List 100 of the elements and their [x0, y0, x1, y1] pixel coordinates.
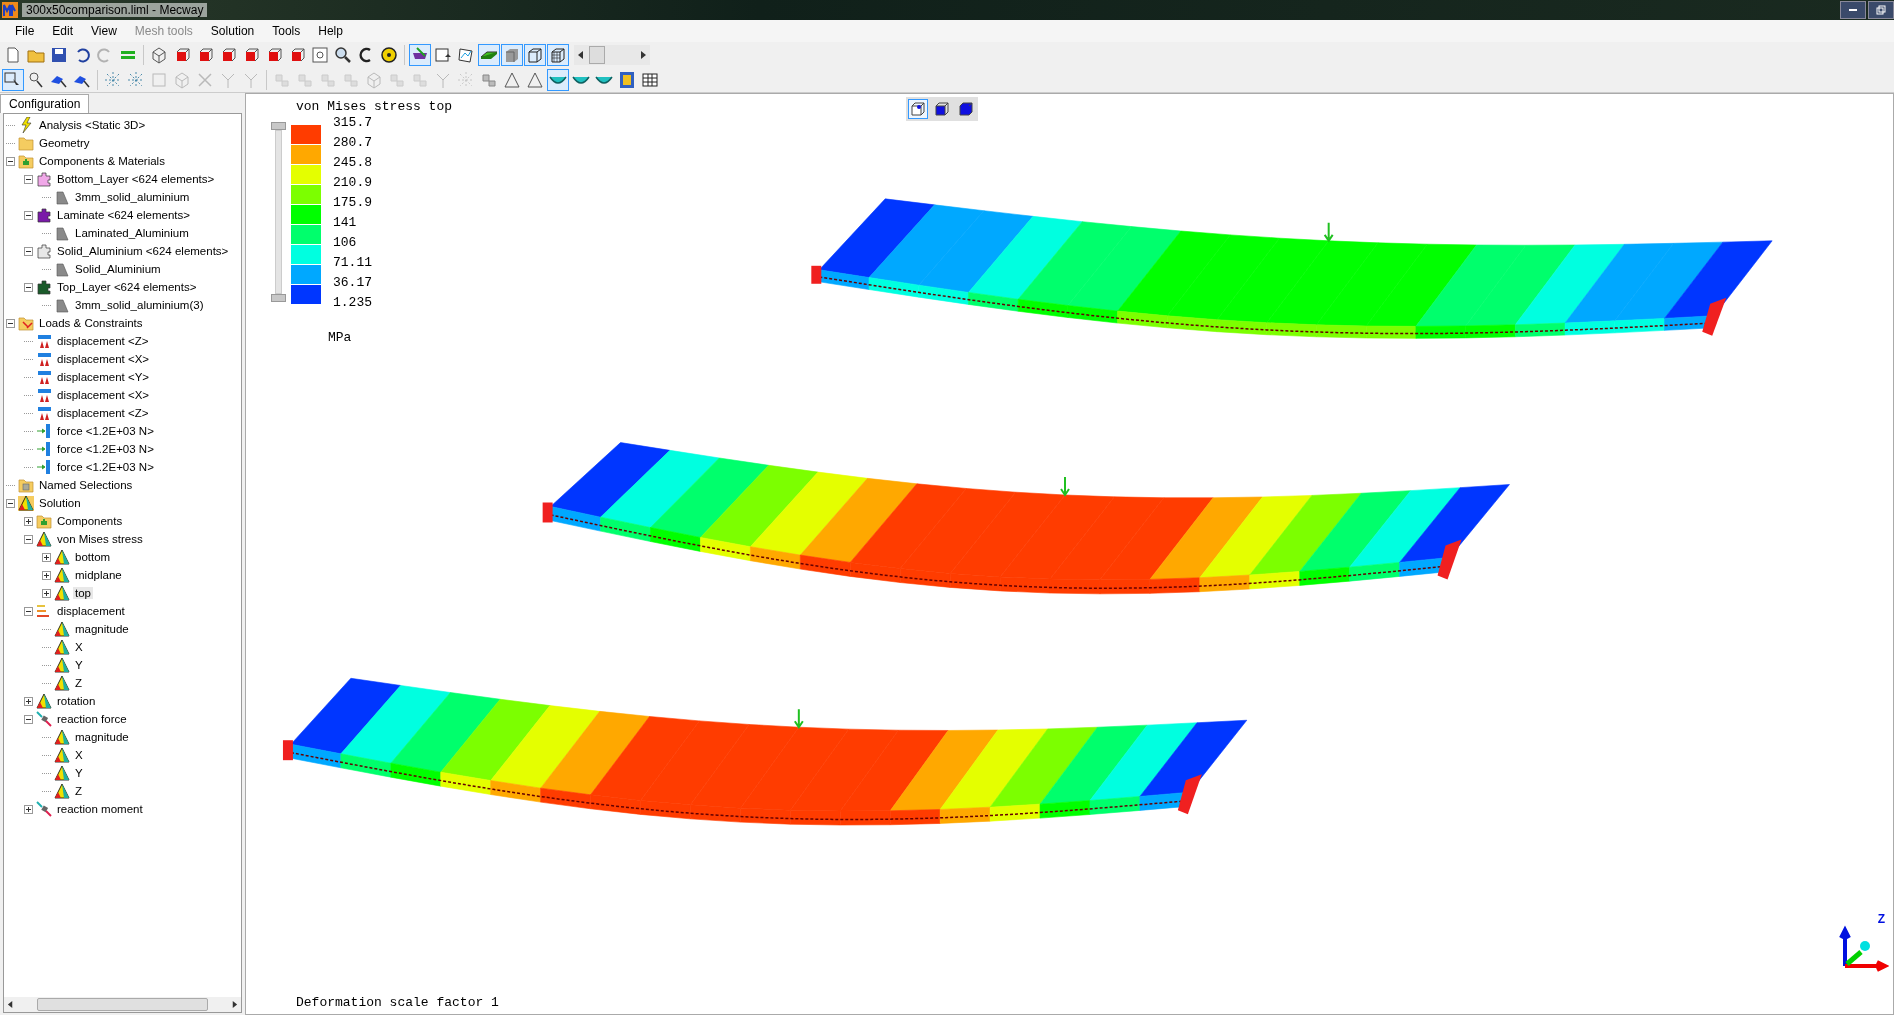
menu-item[interactable]: Solution: [201, 24, 264, 38]
window-title: 300x50comparison.liml - Mecway: [22, 3, 208, 17]
tree-item[interactable]: magnitude: [73, 731, 131, 743]
app-icon: [2, 2, 18, 18]
tree-loads-icon: [18, 315, 34, 331]
toolbar-wire-icon[interactable]: [524, 43, 546, 66]
tree-item[interactable]: Bottom_Layer <624 elements>: [55, 173, 217, 185]
tree-item[interactable]: Solid_Aluminium: [73, 263, 163, 275]
horizontal-scrollbar[interactable]: [4, 997, 241, 1012]
tree-result-icon: [54, 585, 70, 601]
expand-toggle[interactable]: [6, 156, 15, 166]
tree-reaction-icon: [36, 801, 52, 817]
tree-force-icon: [36, 423, 52, 439]
toolbar-mask-icon[interactable]: [409, 43, 431, 66]
legend-value: 106: [333, 235, 357, 250]
legend-value: 36.17: [333, 275, 372, 290]
tree-item[interactable]: Components & Materials: [37, 155, 167, 167]
restore-icon: [1876, 5, 1886, 15]
tree-item[interactable]: Geometry: [37, 137, 92, 149]
expand-toggle[interactable]: [42, 552, 51, 562]
expand-toggle[interactable]: [24, 516, 33, 526]
tree-item[interactable]: displacement <Z>: [55, 407, 151, 419]
configuration-tab[interactable]: Configuration: [0, 94, 90, 113]
restore-button[interactable]: [1868, 1, 1894, 19]
tree-item[interactable]: force <1.2E+03 N>: [55, 425, 156, 437]
menu-item[interactable]: Edit: [43, 24, 83, 38]
scroll-right-icon[interactable]: [231, 1001, 238, 1008]
scroll-right-icon[interactable]: [639, 50, 647, 59]
tree-item[interactable]: Z: [73, 785, 85, 797]
tree-components-icon: [18, 153, 34, 169]
scroll-left-icon[interactable]: [577, 50, 585, 59]
expand-toggle[interactable]: [24, 606, 33, 616]
tree-item[interactable]: Y: [73, 767, 85, 779]
toolbar-select-icon[interactable]: [2, 68, 24, 91]
view-face-cube-icon[interactable]: [932, 99, 952, 119]
menu-item[interactable]: View: [82, 24, 126, 38]
expand-toggle[interactable]: [24, 696, 33, 706]
tree-constraint-icon: [36, 333, 52, 349]
menu-item[interactable]: Tools: [263, 24, 310, 38]
tree-item[interactable]: top: [73, 587, 93, 599]
expand-toggle[interactable]: [42, 570, 51, 580]
tree-item[interactable]: bottom: [73, 551, 113, 563]
legend-value: 175.9: [333, 195, 372, 210]
expand-toggle[interactable]: [24, 210, 33, 220]
tree-item[interactable]: X: [73, 641, 85, 653]
tree-item[interactable]: displacement <Z>: [55, 335, 151, 347]
legend-value: 1.235: [333, 295, 372, 310]
tree-item[interactable]: Named Selections: [37, 479, 135, 491]
tree-item[interactable]: 3mm_solid_aluminium: [73, 191, 192, 203]
menu-item[interactable]: File: [6, 24, 44, 38]
tree-item[interactable]: 3mm_solid_aluminium(3): [73, 299, 206, 311]
tree-item[interactable]: Components: [55, 515, 125, 527]
tree-displacement-icon: [36, 603, 52, 619]
3d-viewport[interactable]: von Mises stress top 315.7 280.7 245.8 210.9 175.9 141 106 71.11 36.17 1.235 MPa Z Deformation scale factor 1: [245, 93, 1894, 1015]
tree-reaction-icon: [36, 711, 52, 727]
tree-item[interactable]: displacement <X>: [55, 353, 152, 365]
view-solid-cube-icon[interactable]: [956, 99, 976, 119]
view-wire-cube-icon[interactable]: [908, 99, 928, 119]
toolbar-plane-icon[interactable]: [478, 43, 500, 66]
expand-toggle[interactable]: [24, 246, 33, 256]
tree-item[interactable]: midplane: [73, 569, 124, 581]
tree-item[interactable]: magnitude: [73, 623, 131, 635]
tree-item[interactable]: Z: [73, 677, 85, 689]
tree-item[interactable]: Laminate <624 elements>: [55, 209, 192, 221]
tree-item[interactable]: displacement <Y>: [55, 371, 152, 383]
tree-item[interactable]: rotation: [55, 695, 98, 707]
toolbar-bowl-icon[interactable]: [547, 68, 569, 91]
tree-item[interactable]: displacement: [55, 605, 127, 617]
scroll-left-icon[interactable]: [7, 1001, 14, 1008]
tree-item[interactable]: X: [73, 749, 85, 761]
tree-item[interactable]: reaction force: [55, 713, 129, 725]
tree-item[interactable]: reaction moment: [55, 803, 145, 815]
expand-toggle[interactable]: [24, 804, 33, 814]
tree-item[interactable]: Solution: [37, 497, 83, 509]
expand-toggle[interactable]: [24, 282, 33, 292]
expand-toggle[interactable]: [6, 498, 15, 508]
expand-toggle[interactable]: [6, 318, 15, 328]
tree-constraint-icon: [36, 351, 52, 367]
tree-item[interactable]: force <1.2E+03 N>: [55, 443, 156, 455]
minimize-button[interactable]: [1840, 1, 1866, 19]
tree-item[interactable]: Laminated_Aluminium: [73, 227, 191, 239]
expand-toggle[interactable]: [24, 534, 33, 544]
expand-toggle[interactable]: [42, 588, 51, 598]
tree-item[interactable]: von Mises stress: [55, 533, 145, 545]
tree-item[interactable]: force <1.2E+03 N>: [55, 461, 156, 473]
minimize-icon: [1849, 9, 1857, 11]
tree-item[interactable]: Analysis <Static 3D>: [37, 119, 148, 131]
tree-item[interactable]: Solid_Aluminium <624 elements>: [55, 245, 231, 257]
menu-item[interactable]: Help: [309, 24, 352, 38]
tree-item[interactable]: Top_Layer <624 elements>: [55, 281, 199, 293]
tree-components-icon: [36, 513, 52, 529]
toolbar-solid-icon[interactable]: [501, 43, 523, 66]
tree-item[interactable]: Loads & Constraints: [37, 317, 145, 329]
tree-solution-icon: [18, 495, 34, 511]
tree-item[interactable]: Y: [73, 659, 85, 671]
tree-item[interactable]: displacement <X>: [55, 389, 152, 401]
expand-toggle[interactable]: [24, 174, 33, 184]
expand-toggle[interactable]: [24, 714, 33, 724]
toolbar-scrollbar[interactable]: [574, 44, 650, 65]
toolbar-mesh-icon[interactable]: [547, 43, 569, 66]
